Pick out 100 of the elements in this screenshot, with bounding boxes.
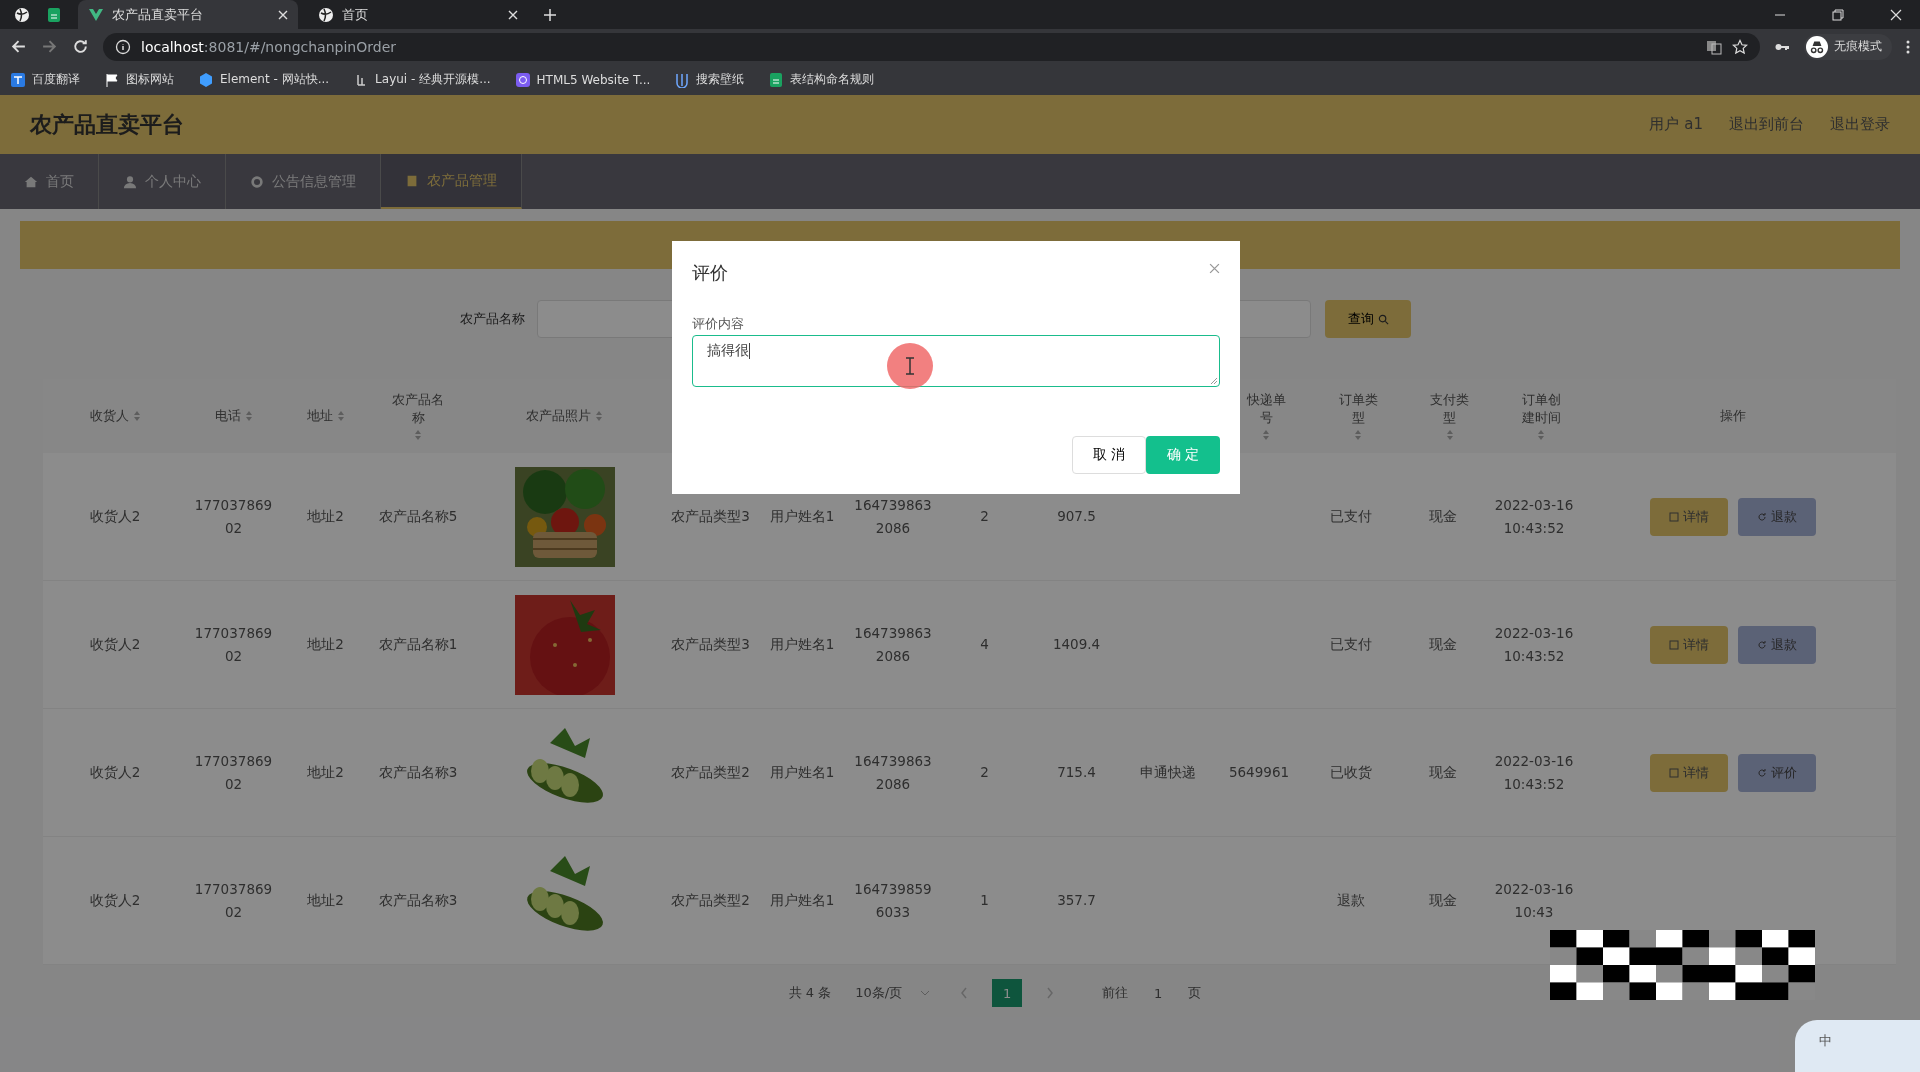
table-cell-text: 收货人2 bbox=[89, 507, 141, 527]
menu-icon[interactable] bbox=[1906, 38, 1910, 55]
table-cell-text: 4 bbox=[980, 635, 989, 655]
bookmark[interactable]: 搜索壁纸 bbox=[674, 71, 745, 88]
refresh-icon bbox=[1757, 639, 1767, 650]
total-count: 共 4 条 bbox=[788, 984, 832, 1002]
v-logo-icon bbox=[88, 6, 104, 23]
table-cell-text: 农产品类型2 bbox=[671, 891, 750, 911]
table-cell-text: 农产品类型3 bbox=[671, 507, 750, 527]
bookmark[interactable]: 表结构命名规则 bbox=[768, 71, 875, 88]
search-icon bbox=[1377, 313, 1389, 325]
table-cell-text: 2 bbox=[980, 763, 989, 783]
column-header[interactable]: 农产品名称 bbox=[391, 391, 445, 427]
back-icon[interactable] bbox=[10, 38, 27, 55]
review-textarea[interactable]: 搞得很 bbox=[692, 335, 1220, 387]
table-cell-text: 地址2 bbox=[307, 763, 344, 783]
caret-icon bbox=[920, 990, 931, 996]
incognito-icon bbox=[1806, 35, 1828, 58]
forward-icon[interactable] bbox=[41, 38, 58, 55]
globe-icon bbox=[318, 6, 334, 23]
translate-icon[interactable] bbox=[1706, 38, 1722, 55]
tab-title: 农产品直卖平台 bbox=[112, 5, 204, 24]
resize-handle-icon[interactable] bbox=[1210, 377, 1218, 385]
table-cell-text: 收货人2 bbox=[89, 891, 141, 911]
address-bar[interactable]: localhost:8081/#/nongchanpinOrder bbox=[103, 32, 1760, 61]
table-cell-text: 已支付 bbox=[1330, 507, 1372, 527]
star-icon[interactable] bbox=[1732, 38, 1748, 55]
table-cell-text: 2 bbox=[980, 507, 989, 527]
table-cell-text: 1409.4 bbox=[1052, 635, 1101, 655]
column-header[interactable]: 快递单号 bbox=[1241, 391, 1291, 427]
column-header[interactable]: 收货人 bbox=[89, 407, 129, 425]
edit-icon bbox=[1669, 639, 1679, 650]
page-suffix: 页 bbox=[1188, 984, 1202, 1002]
confirm-button[interactable]: 确 定 bbox=[1146, 436, 1220, 474]
column-header[interactable]: 地址 bbox=[306, 407, 333, 425]
column-header[interactable]: 电话 bbox=[214, 407, 241, 425]
page-number[interactable]: 1 bbox=[992, 979, 1023, 1007]
action-button[interactable]: 评价 bbox=[1738, 753, 1816, 792]
table-cell-text: 2022-03-16 10:43:52 bbox=[1493, 623, 1575, 666]
column-header[interactable]: 支付类型 bbox=[1425, 391, 1474, 427]
click-highlight-icon bbox=[886, 342, 934, 390]
dialog-title: 评价 bbox=[692, 261, 728, 285]
incognito-button[interactable]: 无痕模式 bbox=[1804, 33, 1892, 60]
table-cell-text: 715.4 bbox=[1057, 763, 1096, 783]
document-icon bbox=[405, 173, 419, 188]
table-cell-text: 退款 bbox=[1337, 891, 1365, 911]
site-title: 农产品直卖平台 bbox=[30, 110, 184, 139]
table-cell-text: 17703786902 bbox=[193, 623, 274, 666]
table-cell-text: 地址2 bbox=[307, 507, 344, 527]
bookmark[interactable]: Element - 网站快... bbox=[198, 71, 330, 88]
action-button[interactable]: 退款 bbox=[1738, 497, 1816, 536]
cancel-button[interactable]: 取 消 bbox=[1072, 436, 1146, 474]
bookmark[interactable]: HTML5 Website T... bbox=[514, 71, 651, 88]
restore-icon[interactable] bbox=[1832, 8, 1844, 21]
table-cell-text: 现金 bbox=[1428, 891, 1457, 911]
globe-icon[interactable] bbox=[14, 6, 30, 23]
table-cell-text: 收货人2 bbox=[89, 763, 141, 783]
column-header[interactable]: 订单类型 bbox=[1333, 391, 1383, 427]
action-button[interactable]: 退款 bbox=[1738, 625, 1816, 664]
table-cell-text: 地址2 bbox=[307, 891, 344, 911]
shield-icon bbox=[514, 71, 531, 88]
page-size-select[interactable]: 10条/页 bbox=[849, 980, 937, 1006]
table-cell-text: 用户姓名1 bbox=[769, 635, 835, 655]
action-button[interactable]: 详情 bbox=[1650, 753, 1728, 792]
header-link[interactable]: 退出登录 bbox=[1830, 115, 1890, 134]
table-cell-text: 357.7 bbox=[1057, 891, 1096, 911]
nav-tab[interactable]: 首页 bbox=[0, 154, 99, 209]
table-cell-text: 17703786902 bbox=[193, 495, 274, 538]
browser-tab[interactable]: 农产品直卖平台 bbox=[78, 0, 298, 29]
table-cell-text: 农产品类型2 bbox=[671, 763, 750, 783]
browser-tab[interactable]: 首页 bbox=[308, 0, 528, 29]
nav-tab[interactable]: 个人中心 bbox=[99, 154, 226, 209]
page-input[interactable]: 1 bbox=[1146, 981, 1171, 1005]
bookmark[interactable]: 图标网站 bbox=[104, 71, 174, 88]
user-icon bbox=[123, 174, 137, 189]
new-tab-icon[interactable] bbox=[544, 8, 556, 21]
bookmark[interactable]: Layui - 经典开源模... bbox=[353, 71, 491, 88]
header-link[interactable]: 退出到前台 bbox=[1729, 115, 1804, 134]
search-button[interactable]: 查询 bbox=[1325, 300, 1411, 338]
nav-tab[interactable]: 农产品管理 bbox=[381, 154, 522, 209]
table-cell-text: 1647398632086 bbox=[853, 623, 933, 666]
column-header[interactable]: 农产品照片 bbox=[526, 407, 591, 425]
ime-widget[interactable]: 中 bbox=[1795, 1020, 1920, 1072]
ime-mode[interactable]: 中 bbox=[1819, 1033, 1832, 1048]
column-header[interactable]: 订单创建时间 bbox=[1516, 391, 1566, 427]
header-link[interactable]: 用户 a1 bbox=[1649, 115, 1703, 134]
table-cell-text: 农产品名称3 bbox=[378, 891, 458, 911]
action-button[interactable]: 详情 bbox=[1650, 625, 1728, 664]
reload-icon[interactable] bbox=[72, 38, 89, 55]
action-button[interactable]: 详情 bbox=[1650, 497, 1728, 536]
sheet-icon[interactable] bbox=[46, 6, 62, 23]
table-cell-text: 用户姓名1 bbox=[769, 891, 835, 911]
table-cell-text: 收货人2 bbox=[89, 635, 141, 655]
table-cell-text: 现金 bbox=[1428, 507, 1457, 527]
table-cell-text: 1 bbox=[980, 891, 989, 911]
table-cell-text: 1647398596033 bbox=[853, 879, 933, 922]
bookmark[interactable]: 百度翻译 bbox=[10, 71, 80, 88]
translate-icon bbox=[10, 71, 26, 88]
edit-icon bbox=[1669, 767, 1679, 778]
table-cell-text: 17703786902 bbox=[193, 751, 274, 794]
